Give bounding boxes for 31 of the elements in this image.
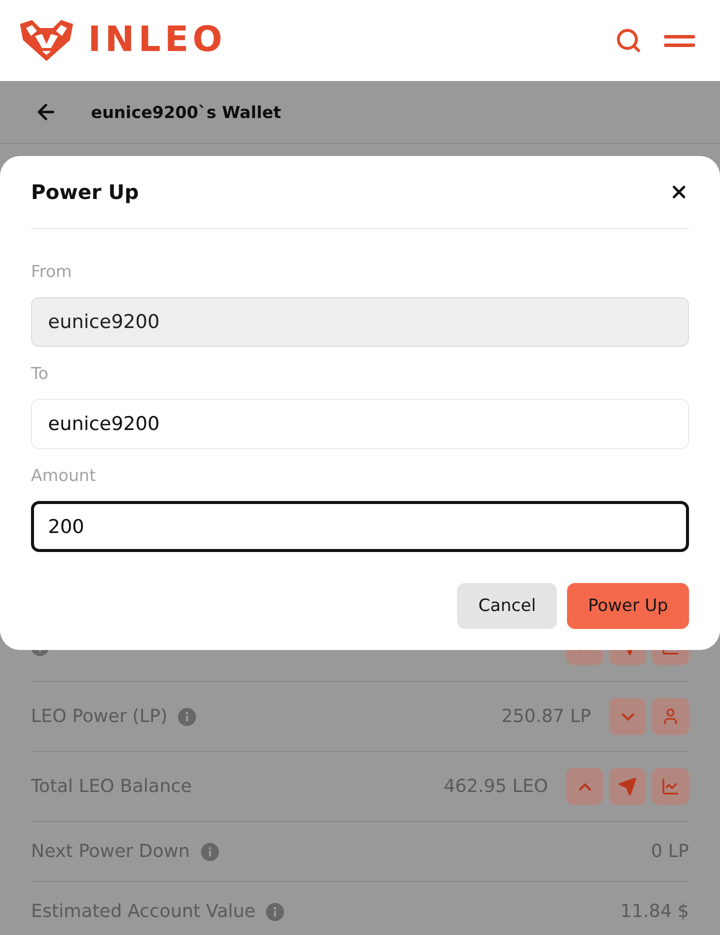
field-label: To [31,363,48,385]
row-label: Next Power Down [31,841,190,862]
row-label: Estimated Account Value [31,901,256,922]
row-label: Total LEO Balance [31,776,192,797]
input-field[interactable]: eunice9200 [31,399,689,449]
search-button[interactable] [615,27,642,54]
cancel-button[interactable]: Cancel [457,583,557,629]
row-value: 0 LP [650,841,689,862]
user-icon [661,707,680,726]
send-button[interactable] [609,768,646,805]
row-value: 11.84 $ [620,901,689,922]
user-button[interactable] [652,698,689,735]
up-button[interactable] [566,768,603,805]
paper-plane-icon [618,777,637,796]
field-label: From [31,261,72,283]
input-field[interactable]: 200 [31,501,689,552]
line-chart-icon [661,777,680,796]
dialog-title: Power Up [31,180,139,204]
row-value: 462.95 LEO [444,776,548,797]
menu-button[interactable] [664,34,695,46]
row-label: LEO Power (LP) [31,706,168,727]
logo-wordmark: INLEO [88,23,226,58]
down-button[interactable] [609,698,646,735]
menu-icon [664,34,695,46]
power-up-button[interactable]: Power Up [566,583,689,629]
row-value: 250.87 LP [501,706,591,727]
page-title: eunice9200`s Wallet [91,102,282,122]
lion-head-logo-icon [20,20,73,61]
field-label: Amount [31,465,96,487]
chart-button[interactable] [652,768,689,805]
search-icon [615,27,642,54]
